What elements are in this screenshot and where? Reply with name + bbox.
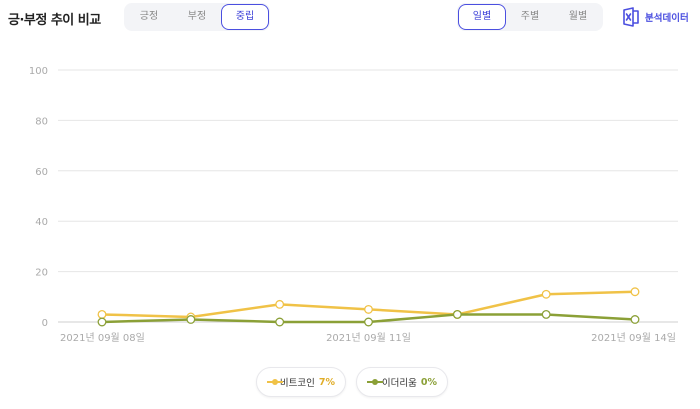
x-tick-label: 2021년 09월 11일	[326, 332, 411, 344]
x-tick-label: 2021년 09월 08일	[60, 332, 145, 344]
y-tick-label: 100	[29, 66, 48, 77]
y-tick-label: 40	[35, 217, 48, 228]
y-tick-label: 20	[35, 268, 48, 279]
data-point-bitcoin	[541, 289, 551, 299]
legend-percent-ethereum: 0%	[420, 376, 437, 388]
legend-name-bitcoin: 비트코인	[279, 378, 315, 389]
x-tick-label: 2021년 09월 14일	[591, 332, 676, 344]
data-point-ethereum	[452, 309, 462, 319]
data-point-ethereum	[630, 315, 640, 324]
data-point-ethereum	[97, 317, 107, 327]
legend-name-ethereum: 이더리움	[381, 378, 417, 389]
legend-marker-bitcoin	[267, 378, 283, 386]
data-point-ethereum	[186, 315, 196, 324]
y-tick-label: 0	[42, 318, 48, 329]
data-point-ethereum	[364, 317, 373, 327]
data-point-ethereum	[275, 317, 285, 327]
data-point-bitcoin	[275, 299, 285, 309]
data-point-ethereum	[541, 309, 551, 319]
data-point-bitcoin	[364, 304, 373, 314]
legend-item-bitcoin[interactable]: 비트코인 7%	[256, 367, 346, 397]
data-point-bitcoin	[97, 309, 107, 319]
y-tick-label: 60	[35, 167, 48, 178]
legend-marker-ethereum	[367, 378, 383, 386]
data-point-bitcoin	[630, 287, 640, 297]
legend-percent-bitcoin: 7%	[318, 376, 335, 388]
trend-chart: 0 20 40 60 80 100 2021년 09월 08일 2021년 09월 11일 20…	[29, 66, 678, 344]
legend-item-ethereum[interactable]: 이더리움 0%	[356, 367, 448, 397]
y-tick-label: 80	[35, 116, 48, 127]
